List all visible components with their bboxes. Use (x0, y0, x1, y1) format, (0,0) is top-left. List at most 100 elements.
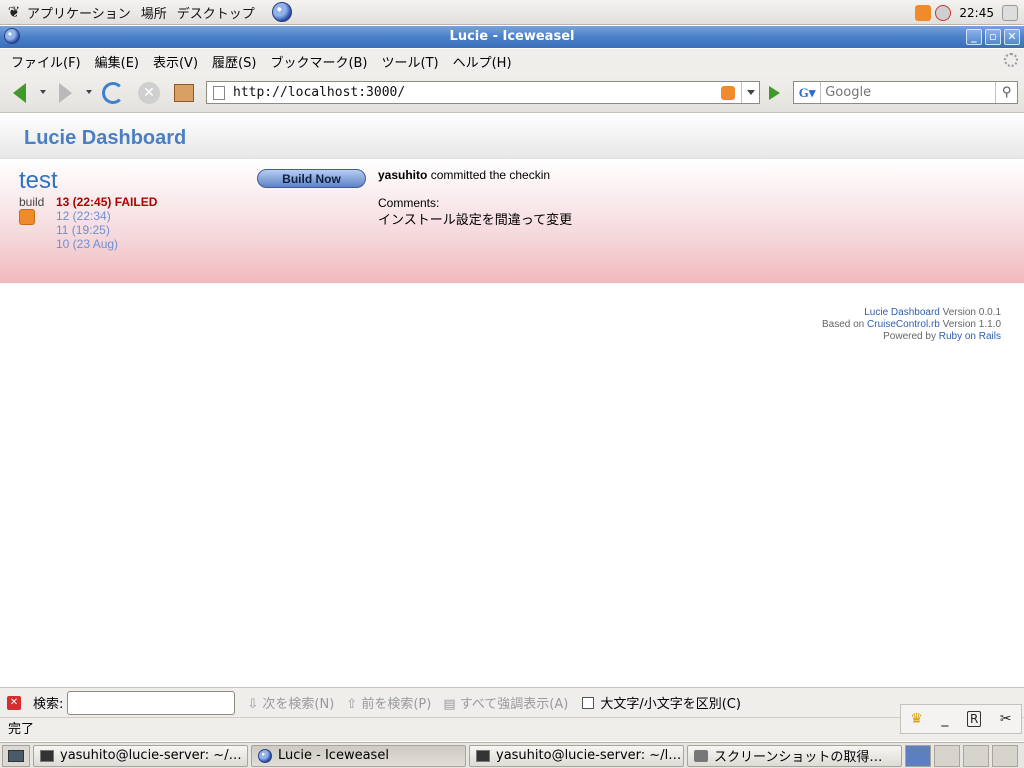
cruisecontrol-link[interactable]: CruiseControl.rb (867, 319, 940, 330)
menu-edit[interactable]: 編集(E) (88, 52, 146, 71)
throbber-icon (1004, 53, 1018, 67)
match-case-checkbox[interactable] (582, 696, 595, 709)
show-desktop-button[interactable] (2, 744, 30, 767)
window-titlebar[interactable]: Lucie - Iceweasel _ ▫ ✕ (0, 26, 1024, 48)
build-now-button[interactable]: Build Now (257, 169, 366, 188)
clock[interactable]: 22:45 (955, 6, 998, 20)
reload-button[interactable] (100, 80, 126, 106)
status-bar: 完了 (0, 717, 1024, 741)
forward-button[interactable] (52, 80, 78, 106)
highlight-all-button[interactable]: ▤ すべて強調表示(A) (443, 693, 568, 712)
build-link[interactable]: 12 (22:34) (56, 209, 111, 223)
r-icon[interactable]: R (967, 711, 982, 727)
menu-history[interactable]: 履歴(S) (205, 52, 263, 71)
url-dropdown-icon[interactable] (741, 82, 759, 103)
menubar: ファイル(F) 編集(E) 表示(V) 履歴(S) ブックマーク(B) ツール(… (0, 49, 1024, 73)
search-input[interactable] (821, 82, 996, 103)
find-next-label: 次を検索(N) (262, 697, 335, 712)
footer-cc-version: Version 1.1.0 (942, 319, 1001, 330)
go-icon (768, 86, 780, 100)
match-case-label[interactable]: 大文字/小文字を区別(C) (600, 693, 741, 712)
build-link[interactable]: 11 (19:25) (56, 223, 110, 237)
find-bar: ✕ 検索: ⇩ 次を検索(N) ⇧ 前を検索(P) ▤ すべて強調表示(A) 大… (0, 687, 1024, 717)
page-icon (213, 85, 225, 100)
iceweasel-launcher-icon[interactable] (271, 2, 292, 22)
menu-help[interactable]: ヘルプ(H) (446, 52, 519, 71)
window-title: Lucie - Iceweasel (449, 29, 575, 44)
desktop-icon (8, 749, 24, 762)
back-button[interactable] (6, 80, 32, 106)
search-icon[interactable]: ⚲ (995, 82, 1017, 103)
url-bar[interactable]: http://localhost:3000/ (206, 81, 760, 104)
stop-icon: ✕ (138, 82, 160, 104)
update-notifier-icon[interactable] (915, 4, 932, 21)
project-rss-icon[interactable] (19, 209, 35, 225)
maximize-icon[interactable]: ▫ (985, 29, 1001, 45)
tools-icon[interactable]: ✂ (1000, 711, 1012, 727)
volume-muted-icon[interactable] (1002, 4, 1018, 21)
taskbar-label: Lucie - Iceweasel (278, 748, 389, 763)
minimize-icon[interactable]: _ (966, 29, 982, 45)
menu-bookmarks[interactable]: ブックマーク(B) (263, 52, 374, 71)
system-tray: 22:45 (915, 0, 1024, 25)
taskbar: yasuhito@lucie-server: ~/… Lucie - Icewe… (0, 742, 1024, 768)
workspace-2[interactable] (934, 744, 960, 767)
taskbar-label: スクリーンショットの取得… (714, 750, 883, 765)
search-bar[interactable]: G▾ ⚲ (793, 81, 1018, 104)
taskbar-label: yasuhito@lucie-server: ~/l… (496, 748, 682, 763)
close-icon[interactable]: ✕ (1004, 29, 1020, 45)
find-prev-label: 前を検索(P) (361, 697, 432, 712)
gnome-foot-icon[interactable]: ❦ (6, 4, 22, 20)
workspace-1[interactable] (905, 744, 931, 767)
lucie-dashboard-link[interactable]: Lucie Dashboard (864, 307, 940, 318)
status-text: 完了 (8, 722, 35, 737)
terminal-icon (40, 749, 54, 762)
build-label: build (19, 195, 45, 209)
top-panel: ❦ アプリケーション 場所 デスクトップ 22:45 (0, 0, 1024, 25)
stop-button[interactable]: ✕ (136, 80, 162, 106)
url-text[interactable]: http://localhost:3000/ (233, 85, 721, 100)
back-arrow-icon (12, 83, 26, 103)
rss-feed-icon[interactable] (721, 85, 735, 100)
forward-dropdown-icon[interactable] (86, 90, 92, 94)
ruby-on-rails-link[interactable]: Ruby on Rails (939, 331, 1001, 342)
workspace-3[interactable] (963, 744, 989, 767)
project-name-link[interactable]: test (19, 167, 58, 195)
taskbar-terminal-1[interactable]: yasuhito@lucie-server: ~/… (33, 744, 248, 767)
menu-tools[interactable]: ツール(T) (375, 52, 446, 71)
find-prev-button[interactable]: ⇧ 前を検索(P) (346, 693, 431, 712)
taskbar-terminal-2[interactable]: yasuhito@lucie-server: ~/l… (469, 744, 684, 767)
taskbar-screenshot[interactable]: スクリーンショットの取得… (687, 744, 902, 767)
commit-summary: yasuhito committed the checkin (378, 168, 550, 182)
minimize-bar-icon[interactable]: _ (941, 711, 948, 727)
menu-file[interactable]: ファイル(F) (4, 52, 88, 71)
footer-powered-by: Powered by (883, 331, 936, 342)
commit-text: committed the checkin (430, 168, 551, 182)
find-input[interactable] (67, 690, 236, 715)
workspace-4[interactable] (992, 744, 1018, 767)
back-dropdown-icon[interactable] (40, 90, 46, 94)
taskbar-iceweasel[interactable]: Lucie - Iceweasel (251, 744, 466, 767)
addon-toolbar: ♛ _ R ✂ (900, 704, 1022, 734)
build-link[interactable]: 10 (23 Aug) (56, 237, 118, 251)
menu-desktop[interactable]: デスクトップ (172, 3, 260, 22)
find-close-icon[interactable]: ✕ (7, 695, 21, 710)
footer-based-on: Based on (821, 319, 865, 330)
page-title: Lucie Dashboard (24, 127, 187, 149)
commit-author: yasuhito (378, 168, 428, 182)
search-engine-icon[interactable]: G▾ (794, 82, 822, 103)
build-link-latest[interactable]: 13 (22:45) FAILED (56, 195, 157, 209)
menu-places[interactable]: 場所 (136, 3, 172, 22)
menu-applications[interactable]: アプリケーション (22, 3, 136, 22)
reload-icon (102, 82, 124, 104)
window-icon[interactable] (4, 28, 20, 44)
forward-arrow-icon (58, 83, 72, 103)
crown-icon[interactable]: ♛ (910, 711, 923, 727)
comments-label: Comments: (378, 196, 440, 210)
footer-version: Version 0.0.1 (942, 307, 1001, 318)
go-button[interactable] (763, 82, 785, 104)
network-disabled-icon[interactable] (935, 4, 952, 21)
find-next-button[interactable]: ⇩ 次を検索(N) (247, 693, 334, 712)
home-button[interactable] (171, 80, 197, 106)
menu-view[interactable]: 表示(V) (146, 52, 205, 71)
